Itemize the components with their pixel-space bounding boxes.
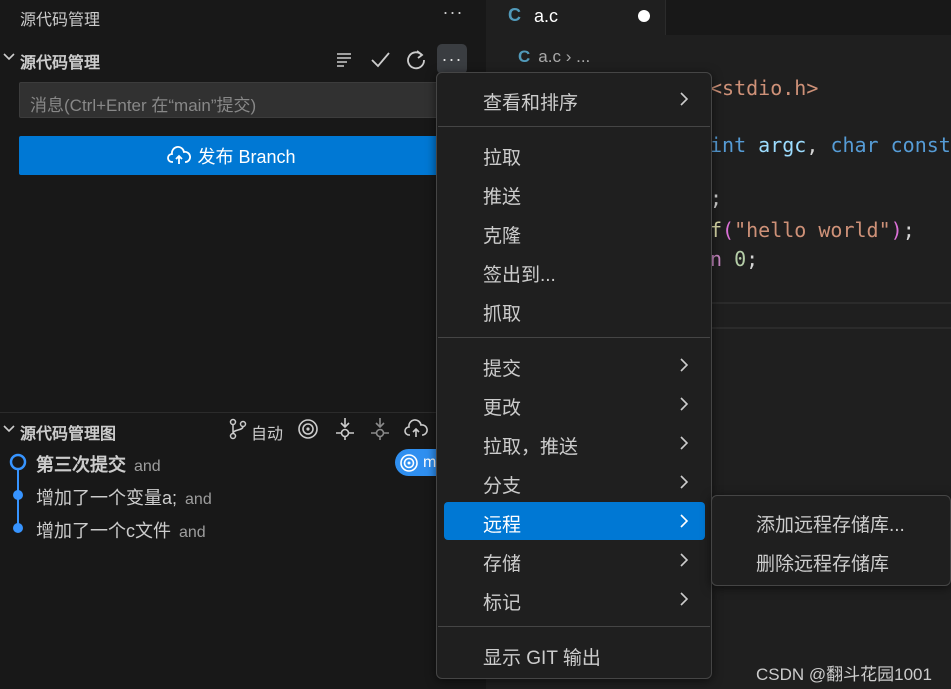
menu-item-tags[interactable]: 标记 [444, 580, 705, 618]
graph-section-title: 源代码管理图 [20, 426, 117, 443]
panel-title: 源代码管理 [20, 12, 101, 29]
code-line[interactable]: int argc, char const [710, 133, 951, 157]
submenu-item-add-remote[interactable]: 添加远程存储库... [719, 503, 945, 539]
unsaved-dot-icon[interactable] [638, 10, 650, 22]
submenu-item-remove-remote[interactable]: 删除远程存储库 [719, 542, 945, 578]
menu-item-fetch[interactable]: 抓取 [444, 291, 705, 329]
menu-item-checkout[interactable]: 签出到... [444, 252, 705, 290]
menu-item-commit[interactable]: 提交 [444, 346, 705, 384]
code-line[interactable]: <stdio.h> [710, 76, 818, 100]
breadcrumb[interactable]: Ca.c › ... [518, 47, 590, 67]
chevron-down-icon[interactable] [2, 50, 16, 64]
view-as-list-icon[interactable] [332, 47, 356, 71]
commit-row[interactable]: 增加了一个c文件 and [0, 514, 440, 544]
graph-auto-label[interactable]: 自动 [251, 420, 283, 444]
chevron-right-icon: › [565, 47, 577, 66]
commit-message: 第三次提交 and [36, 455, 161, 475]
breadcrumb-rest[interactable]: ... [576, 47, 590, 66]
scm-section-title: 源代码管理 [20, 55, 101, 72]
menu-item-pull-push[interactable]: 拉取，推送 [444, 424, 705, 462]
publish-branch-button[interactable]: 发布 Branch [19, 136, 444, 175]
chevron-right-icon [680, 475, 689, 489]
chevron-right-icon [680, 358, 689, 372]
menu-separator [438, 126, 710, 127]
commit-message: 增加了一个c文件 and [36, 521, 206, 541]
code-line[interactable]: f("hello world"); [710, 218, 915, 242]
c-file-icon: C [508, 5, 521, 25]
chevron-right-icon [680, 436, 689, 450]
scm-more-actions-menu: 查看和排序 拉取 推送 克隆 签出到... 抓取 提交 更改 拉取，推送 分支 … [436, 72, 712, 679]
menu-item-show-git-output[interactable]: 显示 GIT 输出 [444, 635, 705, 673]
panel-divider [711, 302, 951, 304]
fetch-icon[interactable] [333, 417, 357, 441]
menu-separator [438, 626, 710, 627]
target-icon[interactable] [296, 417, 320, 441]
scm-more-actions-button[interactable]: ··· [437, 44, 467, 74]
menu-item-view-sort[interactable]: 查看和排序 [444, 80, 705, 118]
menu-item-changes[interactable]: 更改 [444, 385, 705, 423]
menu-separator [438, 337, 710, 338]
cloud-push-icon[interactable] [404, 417, 428, 441]
vscode-window: 源代码管理 ··· 源代码管理 ··· 消息(Ctrl+Enter 在“main… [0, 0, 951, 689]
refresh-icon[interactable] [404, 47, 428, 71]
menu-item-branch[interactable]: 分支 [444, 463, 705, 501]
publish-branch-label: 发布 Branch [197, 146, 296, 167]
section-divider [0, 412, 486, 413]
c-file-icon: C [518, 47, 531, 66]
panel-more-button[interactable]: ··· [440, 2, 466, 23]
chevron-right-icon [680, 592, 689, 606]
breadcrumb-file[interactable]: a.c [538, 47, 561, 66]
chevron-right-icon [680, 514, 689, 528]
menu-item-pull[interactable]: 拉取 [444, 135, 705, 173]
commit-author: and [179, 524, 206, 541]
menu-item-push[interactable]: 推送 [444, 174, 705, 212]
commit-check-icon[interactable] [368, 47, 392, 71]
tab-bar: C a.c [486, 0, 951, 35]
tab-a-c[interactable]: C a.c [486, 0, 666, 35]
panel-divider [711, 327, 951, 329]
branch-icon[interactable] [226, 417, 250, 441]
commit-author: and [185, 491, 212, 508]
menu-item-clone[interactable]: 克隆 [444, 213, 705, 251]
tab-label: a.c [534, 6, 559, 26]
source-control-sidebar: 源代码管理 ··· 源代码管理 ··· 消息(Ctrl+Enter 在“main… [0, 0, 486, 689]
cloud-upload-icon [167, 145, 192, 164]
scm-section-header[interactable]: 源代码管理 ··· [0, 44, 486, 74]
commit-row[interactable]: 增加了一个变量a; and [0, 481, 440, 511]
chevron-right-icon [680, 397, 689, 411]
menu-item-remote[interactable]: 远程 [444, 502, 705, 540]
graph-section-header[interactable]: 源代码管理图 自动 [0, 414, 486, 444]
chevron-right-icon [680, 553, 689, 567]
commit-author: and [134, 458, 161, 475]
watermark: CSDN @翻斗花园1001 [756, 665, 932, 684]
branch-badge-label: m [423, 453, 437, 471]
target-icon [400, 453, 418, 472]
chevron-down-icon[interactable] [2, 422, 16, 436]
commit-row[interactable]: 第三次提交 and [0, 448, 440, 478]
code-line[interactable]: n 0; [710, 247, 758, 271]
menu-item-stash[interactable]: 存储 [444, 541, 705, 579]
remote-submenu: 添加远程存储库... 删除远程存储库 [711, 495, 951, 586]
pull-icon[interactable] [368, 417, 392, 441]
commit-message: 增加了一个变量a; and [36, 488, 212, 508]
chevron-right-icon [680, 92, 689, 106]
commit-message-input[interactable]: 消息(Ctrl+Enter 在“main”提交) [19, 82, 444, 118]
